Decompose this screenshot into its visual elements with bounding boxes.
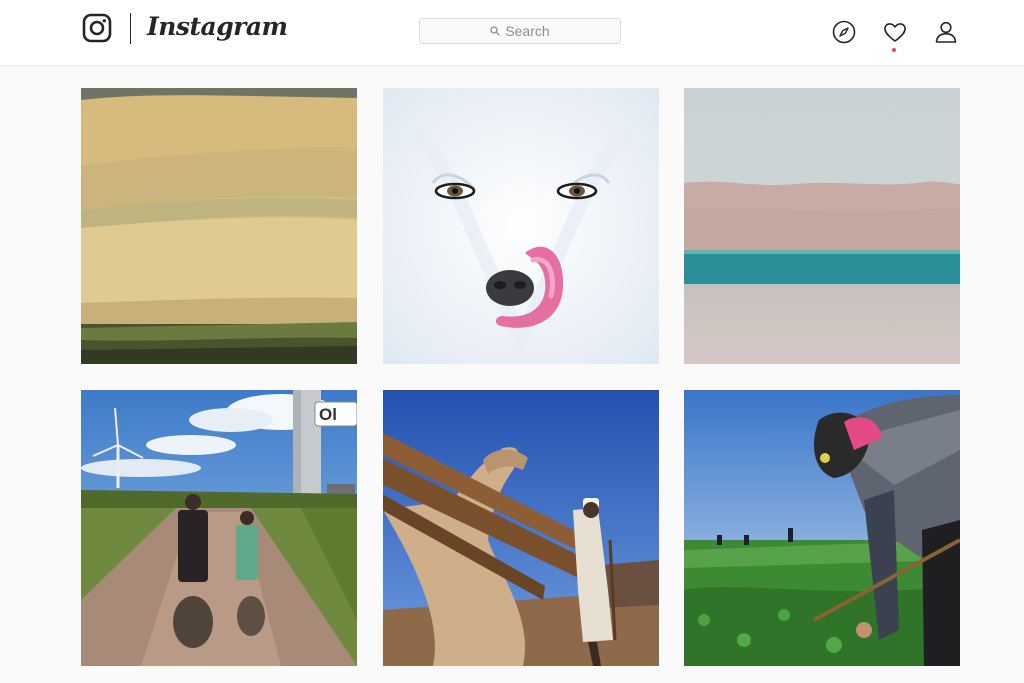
camel-with-logs-image [383,390,659,666]
search-icon [490,23,500,39]
search-placeholder: Search [505,23,550,39]
post-thumbnail-lake[interactable] [684,88,960,364]
post-thumbnail-desert-dunes[interactable] [81,88,357,364]
arctic-fox-image [383,88,659,364]
activity-notification-dot [892,48,896,52]
post-thumbnail-camel-logs[interactable] [383,390,659,666]
instagram-wordmark[interactable]: Instagram [147,12,288,41]
logo-divider [130,13,131,44]
instagram-glyph-icon[interactable] [82,13,112,43]
search-input[interactable]: Search [419,18,621,44]
overlay-text: Ol [319,405,337,424]
lake-landscape-image [684,88,960,364]
heart-icon[interactable] [882,19,908,45]
explore-compass-icon[interactable] [831,19,857,45]
post-thumbnail-farmer-field[interactable] [684,390,960,666]
desert-dunes-image [81,88,357,364]
post-thumbnail-dirt-road[interactable]: Ol [81,390,357,666]
post-thumbnail-arctic-fox[interactable] [383,88,659,364]
post-grid: Ol [81,88,961,666]
profile-icon[interactable] [933,19,959,45]
top-navigation-bar: Instagram Search [0,0,1024,66]
dirt-road-image: Ol [81,390,357,666]
farmer-in-field-image [684,390,960,666]
